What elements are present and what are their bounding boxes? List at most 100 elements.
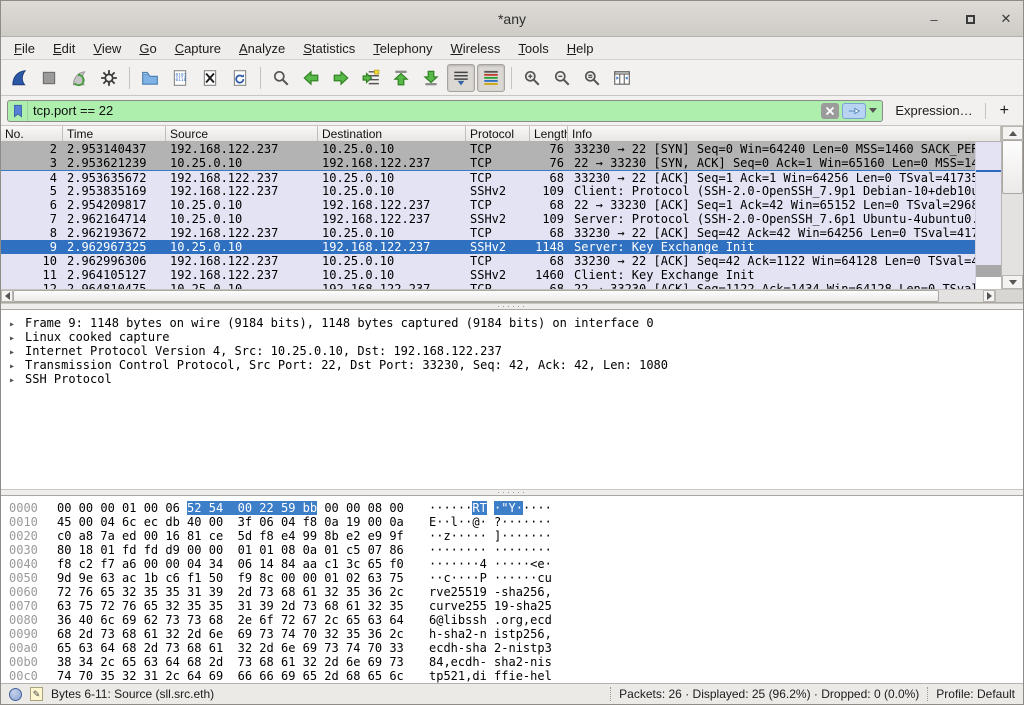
filter-clear-button[interactable] — [821, 103, 839, 119]
packet-row-11[interactable]: 112.964105127192.168.122.23710.25.0.10SS… — [1, 268, 975, 282]
capture-start-button[interactable] — [5, 64, 33, 92]
go-forward-button[interactable] — [327, 64, 355, 92]
menu-go[interactable]: Go — [130, 39, 165, 58]
menu-bar: FileEditViewGoCaptureAnalyzeStatisticsTe… — [1, 37, 1023, 60]
detail-row-1[interactable]: ▸Linux cooked capture — [9, 330, 1023, 344]
hex-row-0040[interactable]: 0040f8 c2 f7 a6 00 00 04 34 06 14 84 aa … — [9, 557, 1023, 571]
status-profile[interactable]: Profile: Default — [936, 687, 1015, 701]
menu-edit[interactable]: Edit — [44, 39, 84, 58]
zoom-in-button[interactable] — [518, 64, 546, 92]
horizontal-scrollbar-thumb[interactable] — [13, 290, 939, 302]
resize-columns-button[interactable] — [608, 64, 636, 92]
packet-row-7[interactable]: 72.96216471410.25.0.10192.168.122.237SSH… — [1, 212, 975, 226]
scroll-right-button[interactable] — [983, 290, 995, 302]
hex-row-0060[interactable]: 006072 76 65 32 35 35 31 39 2d 73 68 61 … — [9, 585, 1023, 599]
column-header-source[interactable]: Source — [166, 126, 318, 141]
filter-apply-button[interactable] — [842, 103, 866, 119]
pane-splitter-top[interactable]: ······ — [1, 303, 1023, 310]
menu-file[interactable]: File — [5, 39, 44, 58]
hex-row-0080[interactable]: 008036 40 6c 69 62 73 73 68 2e 6f 72 67 … — [9, 613, 1023, 627]
detail-row-4[interactable]: ▸SSH Protocol — [9, 372, 1023, 386]
packet-row-5[interactable]: 52.953835169192.168.122.23710.25.0.10SSH… — [1, 184, 975, 198]
go-top-button[interactable] — [387, 64, 415, 92]
menu-wireless[interactable]: Wireless — [442, 39, 510, 58]
detail-row-3[interactable]: ▸Transmission Control Protocol, Src Port… — [9, 358, 1023, 372]
packet-list-vertical-scrollbar[interactable] — [1001, 126, 1023, 289]
packet-row-2[interactable]: 22.953140437192.168.122.23710.25.0.10TCP… — [1, 142, 975, 156]
colorize-toggle-button[interactable] — [477, 64, 505, 92]
column-header-no[interactable]: No. — [1, 126, 63, 141]
hex-row-0030[interactable]: 003080 18 01 fd fd d9 00 00 01 01 08 0a … — [9, 543, 1023, 557]
capture-restart-button[interactable] — [65, 64, 93, 92]
capture-stop-button[interactable] — [35, 64, 63, 92]
hex-row-0020[interactable]: 0020c0 a8 7a ed 00 16 81 ce 5d f8 e4 99 … — [9, 529, 1023, 543]
expression-button[interactable]: Expression… — [889, 103, 978, 118]
menu-analyze[interactable]: Analyze — [230, 39, 294, 58]
hex-row-0070[interactable]: 007063 75 72 76 65 32 35 35 31 39 2d 73 … — [9, 599, 1023, 613]
close-button[interactable]: ✕ — [995, 8, 1017, 30]
hex-row-0090[interactable]: 009068 2d 73 68 61 32 2d 6e 69 73 74 70 … — [9, 627, 1023, 641]
packet-row-10[interactable]: 102.962996306192.168.122.23710.25.0.10TC… — [1, 254, 975, 268]
expand-arrow-icon[interactable]: ▸ — [9, 375, 25, 386]
filter-bookmark-button[interactable] — [8, 101, 28, 121]
expand-arrow-icon[interactable]: ▸ — [9, 319, 25, 330]
detail-row-2[interactable]: ▸Internet Protocol Version 4, Src: 10.25… — [9, 344, 1023, 358]
packet-row-4[interactable]: 42.953635672192.168.122.23710.25.0.10TCP… — [1, 170, 975, 184]
column-header-protocol[interactable]: Protocol — [466, 126, 530, 141]
packet-row-3[interactable]: 32.95362123910.25.0.10192.168.122.237TCP… — [1, 156, 975, 170]
menu-statistics[interactable]: Statistics — [294, 39, 364, 58]
file-close-button[interactable] — [196, 64, 224, 92]
scroll-left-button[interactable] — [1, 290, 13, 302]
filter-history-dropdown[interactable] — [869, 108, 877, 113]
zoom-out-button[interactable] — [548, 64, 576, 92]
file-reload-button[interactable] — [226, 64, 254, 92]
detail-row-0[interactable]: ▸Frame 9: 1148 bytes on wire (9184 bits)… — [9, 316, 1023, 330]
horizontal-scrollbar-track[interactable] — [939, 290, 983, 302]
file-open-button[interactable] — [136, 64, 164, 92]
zoom-original-button[interactable] — [578, 64, 606, 92]
hex-row-0050[interactable]: 00509d 9e 63 ac 1b c6 f1 50 f9 8c 00 00 … — [9, 571, 1023, 585]
packet-row-8[interactable]: 82.962193672192.168.122.23710.25.0.10TCP… — [1, 226, 975, 240]
expand-arrow-icon[interactable]: ▸ — [9, 361, 25, 372]
packet-row-9[interactable]: 92.96296732510.25.0.10192.168.122.237SSH… — [1, 240, 975, 254]
hex-row-00b0[interactable]: 00b038 34 2c 65 63 64 68 2d 73 68 61 32 … — [9, 655, 1023, 669]
hex-row-0010[interactable]: 001045 00 04 6c ec db 40 00 3f 06 04 f8 … — [9, 515, 1023, 529]
go-to-packet-button[interactable] — [357, 64, 385, 92]
menu-help[interactable]: Help — [558, 39, 603, 58]
expand-arrow-icon[interactable]: ▸ — [9, 347, 25, 358]
menu-telephony[interactable]: Telephony — [364, 39, 441, 58]
expand-arrow-icon[interactable]: ▸ — [9, 333, 25, 344]
add-filter-button[interactable]: + — [992, 102, 1017, 120]
maximize-button[interactable] — [959, 8, 981, 30]
packet-list-pane: No.TimeSourceDestinationProtocolLengthIn… — [1, 126, 1023, 303]
packet-row-6[interactable]: 62.95420981710.25.0.10192.168.122.237TCP… — [1, 198, 975, 212]
find-packet-button[interactable] — [267, 64, 295, 92]
packet-list-horizontal-scrollbar[interactable] — [1, 289, 1023, 302]
display-filter-input[interactable]: tcp.port == 22 — [7, 100, 883, 122]
column-header-length[interactable]: Length — [530, 126, 568, 141]
minimize-button[interactable]: – — [923, 8, 945, 30]
column-header-time[interactable]: Time — [63, 126, 166, 141]
file-save-button[interactable]: 01010110 — [166, 64, 194, 92]
capture-options-button[interactable] — [95, 64, 123, 92]
go-back-button[interactable] — [297, 64, 325, 92]
pane-splitter-bottom[interactable]: ······ — [1, 489, 1023, 496]
go-bottom-button[interactable] — [417, 64, 445, 92]
intelligent-scrollbar-minimap[interactable] — [975, 142, 1001, 290]
column-header-destination[interactable]: Destination — [318, 126, 466, 141]
menu-view[interactable]: View — [84, 39, 130, 58]
capture-start-icon — [10, 69, 28, 87]
vertical-scrollbar-thumb[interactable] — [1002, 140, 1023, 194]
title-bar: *any – ✕ — [1, 1, 1023, 37]
autoscroll-toggle-button[interactable] — [447, 64, 475, 92]
hex-row-00a0[interactable]: 00a065 63 64 68 2d 73 68 61 32 2d 6e 69 … — [9, 641, 1023, 655]
hex-row-0000[interactable]: 000000 00 00 01 00 06 52 54 00 22 59 bb … — [9, 501, 1023, 515]
scroll-up-button[interactable] — [1002, 126, 1023, 140]
capture-comment-icon[interactable]: ✎ — [30, 687, 43, 701]
menu-capture[interactable]: Capture — [166, 39, 230, 58]
menu-tools[interactable]: Tools — [509, 39, 557, 58]
column-header-info[interactable]: Info — [568, 126, 1001, 141]
hex-row-00c0[interactable]: 00c074 70 35 32 31 2c 64 69 66 66 69 65 … — [9, 669, 1023, 683]
expert-info-icon[interactable] — [9, 688, 22, 701]
scroll-down-button[interactable] — [1002, 275, 1023, 289]
